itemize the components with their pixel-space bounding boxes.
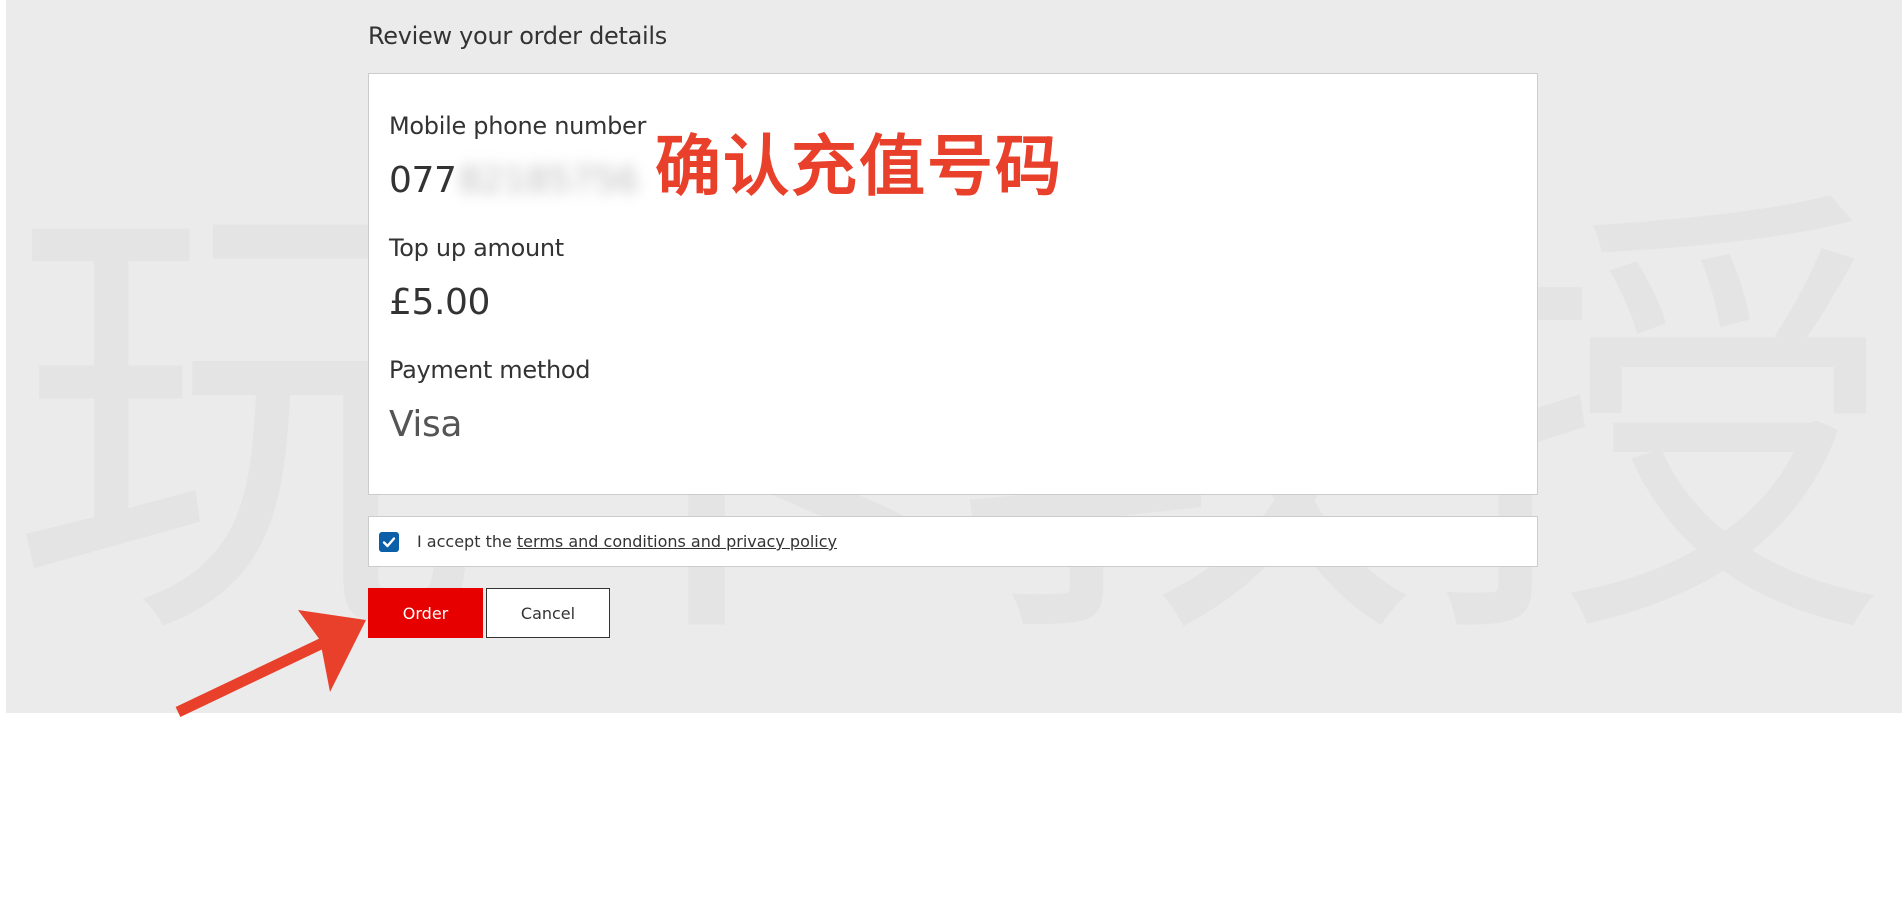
terms-prefix: I accept the	[417, 532, 517, 551]
payment-label: Payment method	[389, 356, 591, 384]
phone-hidden-digits: 82185756	[458, 160, 639, 201]
terms-text: I accept the terms and conditions and pr…	[417, 532, 837, 551]
order-button[interactable]: Order	[368, 588, 483, 638]
page-title: Review your order details	[368, 22, 667, 50]
amount-label: Top up amount	[389, 234, 564, 262]
terms-checkbox[interactable]	[379, 532, 399, 552]
order-details-card: Mobile phone number 07782185756 确认充值号码 T…	[368, 73, 1538, 495]
page: 玩 卡 教 授 Review your order details Mobile…	[0, 0, 1902, 913]
phone-label: Mobile phone number	[389, 112, 647, 140]
phone-prefix: 077	[389, 160, 457, 201]
check-icon	[382, 537, 396, 548]
terms-link[interactable]: terms and conditions and privacy policy	[517, 532, 837, 551]
terms-box: I accept the terms and conditions and pr…	[368, 516, 1538, 567]
payment-value: Visa	[389, 404, 463, 445]
amount-value: £5.00	[389, 282, 491, 323]
annotation-text: 确认充值号码	[655, 128, 1063, 205]
cancel-button[interactable]: Cancel	[486, 588, 610, 638]
phone-value: 07782185756	[389, 160, 639, 201]
